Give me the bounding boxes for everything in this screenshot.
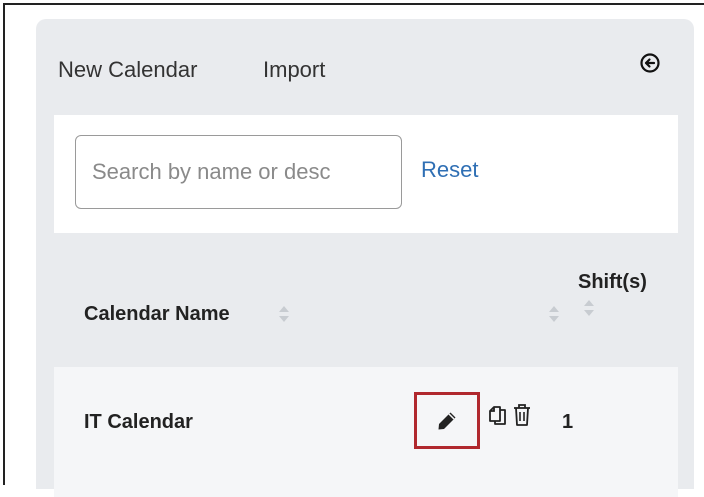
reset-button[interactable]: Reset — [421, 157, 478, 183]
column-header-shifts[interactable]: Shift(s) — [578, 271, 647, 294]
import-button[interactable]: Import — [263, 57, 325, 83]
copy-icon[interactable] — [486, 403, 508, 427]
arrow-left-circle-icon[interactable] — [639, 52, 661, 74]
trash-icon[interactable] — [511, 403, 533, 427]
table-row: IT Calendar 1 — [54, 367, 678, 497]
sort-icon[interactable] — [548, 305, 560, 323]
new-calendar-button[interactable]: New Calendar — [58, 57, 197, 83]
edit-pencil-icon — [438, 412, 456, 429]
table-header: Calendar Name Shift(s) — [54, 233, 678, 363]
calendar-name-cell: IT Calendar — [84, 411, 193, 433]
calendar-panel: New Calendar Import Reset Calendar Name … — [36, 19, 694, 497]
sort-icon[interactable] — [278, 305, 290, 323]
shifts-count-cell: 1 — [562, 411, 574, 433]
edit-button[interactable] — [414, 392, 480, 449]
search-bar: Reset — [54, 115, 678, 233]
column-header-calendar-name[interactable]: Calendar Name — [84, 303, 230, 326]
search-input[interactable] — [75, 135, 402, 209]
sort-icon[interactable] — [583, 299, 595, 317]
